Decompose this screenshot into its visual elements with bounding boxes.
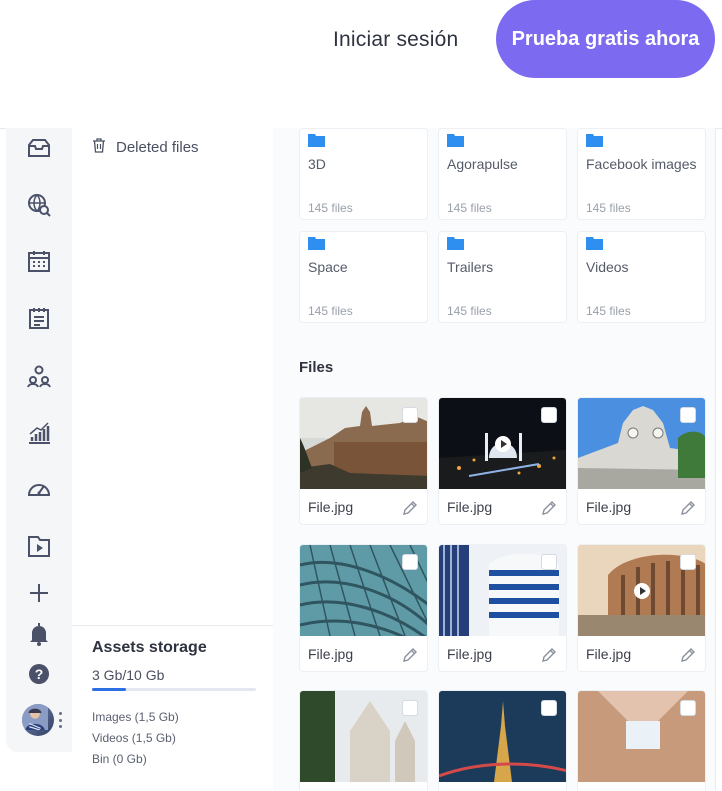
inbox-icon[interactable] [26,136,52,162]
deleted-files-label: Deleted files [116,139,199,156]
file-card[interactable]: File.jpg [577,397,706,525]
edit-icon[interactable] [401,499,419,517]
folder-icon [447,134,464,147]
edit-icon[interactable] [540,499,558,517]
team-icon[interactable] [26,363,52,389]
more-options-icon[interactable] [58,712,62,728]
edit-icon[interactable] [679,646,697,664]
storage-images: Images (1,5 Gb) [92,710,179,724]
folder-name: Videos [586,259,629,275]
select-checkbox[interactable] [680,700,696,716]
select-checkbox[interactable] [402,407,418,423]
folder-card[interactable]: Agorapulse 145 files [438,128,567,220]
file-card[interactable] [299,690,428,790]
select-checkbox[interactable] [541,700,557,716]
folder-icon [308,237,325,250]
storage-title: Assets storage [92,639,207,656]
edit-icon[interactable] [401,646,419,664]
folder-count: 145 files [447,201,492,215]
select-checkbox[interactable] [541,407,557,423]
main-content: 3D 145 files Agorapulse 145 files Facebo… [273,128,716,790]
help-icon[interactable]: ? [26,661,52,687]
file-card[interactable]: File.jpg [577,544,706,672]
globe-search-icon[interactable] [26,192,52,218]
edit-icon[interactable] [540,646,558,664]
folder-count: 145 files [308,201,353,215]
content-divider [715,128,716,790]
file-name: File.jpg [308,499,354,515]
folder-count: 145 files [308,304,353,318]
library-panel: Deleted files Assets storage 3 Gb/10 Gb … [72,128,274,790]
login-link[interactable]: Iniciar sesión [333,28,458,52]
trash-icon [92,138,106,157]
folder-card[interactable]: Facebook images 145 files [577,128,706,220]
file-card[interactable] [438,690,567,790]
folder-icon [308,134,325,147]
storage-videos: Videos (1,5 Gb) [92,731,176,745]
folder-icon [447,237,464,250]
avatar[interactable] [22,704,54,736]
select-checkbox[interactable] [541,554,557,570]
folder-card[interactable]: Videos 145 files [577,231,706,323]
folder-icon [586,237,603,250]
media-library-icon[interactable] [26,533,52,559]
files-heading: Files [299,359,334,376]
icon-sidebar: ? [6,128,72,752]
file-card[interactable]: File.jpg [438,544,567,672]
file-card[interactable] [577,690,706,790]
calendar-icon[interactable] [26,248,52,274]
storage-used: 3 Gb/10 Gb [92,667,165,683]
select-checkbox[interactable] [402,554,418,570]
folder-name: Trailers [447,259,494,275]
storage-bin: Bin (0 Gb) [92,752,147,766]
folder-card[interactable]: Trailers 145 files [438,231,567,323]
file-name: File.jpg [308,646,354,662]
folder-name: 3D [308,156,326,172]
gauge-icon[interactable] [26,476,52,502]
folder-count: 145 files [586,201,631,215]
folder-count: 145 files [447,304,492,318]
assets-storage: Assets storage 3 Gb/10 Gb Images (1,5 Gb… [72,625,273,791]
plus-icon[interactable] [26,580,52,606]
folder-name: Agorapulse [447,156,518,172]
folder-name: Space [308,259,348,275]
select-checkbox[interactable] [402,700,418,716]
folder-name: Facebook images [586,156,697,172]
folder-card[interactable]: Space 145 files [299,231,428,323]
deleted-files-link[interactable]: Deleted files [92,138,199,157]
folder-icon [586,134,603,147]
notepad-icon[interactable] [26,305,52,331]
video-play-icon[interactable] [634,583,650,599]
storage-progress [92,688,256,691]
analytics-icon[interactable] [26,420,52,446]
storage-progress-fill [92,688,127,691]
free-trial-button[interactable]: Prueba gratis ahora [496,0,715,78]
file-name: File.jpg [447,499,493,515]
top-bar: Iniciar sesión Prueba gratis ahora [0,0,722,129]
file-name: File.jpg [447,646,493,662]
folder-count: 145 files [586,304,631,318]
edit-icon[interactable] [679,499,697,517]
file-card[interactable]: File.jpg [438,397,567,525]
file-card[interactable]: File.jpg [299,544,428,672]
select-checkbox[interactable] [680,554,696,570]
svg-text:?: ? [35,666,44,682]
file-name: File.jpg [586,646,632,662]
folder-card[interactable]: 3D 145 files [299,128,428,220]
bell-icon[interactable] [26,621,52,647]
video-play-icon[interactable] [495,436,511,452]
file-card[interactable]: File.jpg [299,397,428,525]
file-name: File.jpg [586,499,632,515]
select-checkbox[interactable] [680,407,696,423]
